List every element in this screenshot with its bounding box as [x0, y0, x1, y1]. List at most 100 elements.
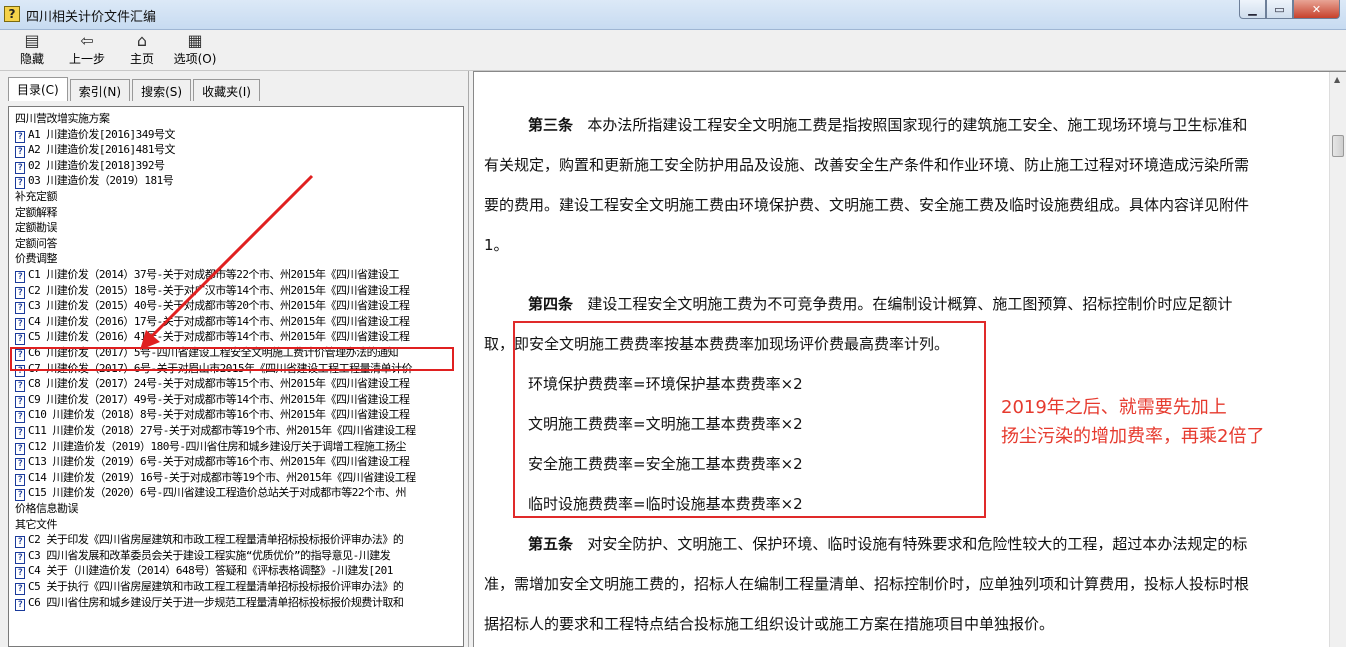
tree-item-label: C15 川建价发（2020）6号-四川省建设工程造价总站关于对成都市等22个市、…	[28, 486, 406, 500]
rates-highlight-box	[513, 321, 986, 518]
tree-item-label: C2 川建价发（2015）18号-关于对广汉市等14个市、州2015年《四川省建…	[28, 283, 410, 297]
tree-topic-item[interactable]: ? C5 川建价发（2016）41号-关于对成都市等14个市、州2015年《四川省…	[15, 329, 410, 346]
tree-item-label: C5 川建价发（2016）41号-关于对成都市等14个市、州2015年《四川省建…	[28, 330, 410, 344]
tree-item-label: A1 川建造价发[2016]349号文	[28, 127, 175, 141]
tree-item-label: 价格信息勘误	[15, 502, 79, 515]
annotation-line-1: 2019年之后、就需要先加上	[1001, 397, 1227, 418]
tree-topic-item[interactable]: ? C13 川建价发（2019）6号-关于对成都市等16个市、州2015年《四川省…	[15, 454, 410, 471]
help-topic-icon: ?	[15, 583, 25, 595]
article-5-text-1: 对安全防护、文明施工、保护环境、临时设施有特殊要求和危险性较大的工程，超过本办法…	[587, 535, 1248, 553]
article-3-title: 第三条	[528, 116, 574, 134]
tree-item-label: C14 川建价发（2019）16号-关于对成都市等19个市、州2015年《四川省…	[28, 470, 416, 484]
help-topic-icon: ?	[15, 146, 25, 159]
tree-item-label: 定额勘误	[15, 221, 58, 235]
tree-item-label: C3 川建价发（2015）40号-关于对成都市等20个市、州2015年《四川省建…	[28, 299, 410, 313]
tree-topic-item[interactable]: ? A2 川建造价发[2016]481号文	[15, 142, 175, 159]
tree-topic-item[interactable]: ? C3 四川省发展和改革委员会关于建设工程实施“优质优价”的指导意见-川建发	[15, 548, 391, 564]
scroll-up-icon[interactable]: ▲	[1334, 75, 1340, 84]
tab-favorites[interactable]: 收藏夹(I)	[193, 79, 260, 101]
maximize-button[interactable]: ▭	[1266, 0, 1293, 19]
tree-item-label: C6 四川省住房和城乡建设厅关于进一步规范工程量清单招标投标报价规费计取和	[28, 595, 404, 609]
tree-topic-item[interactable]: ? C4 川建价发（2016）17号-关于对成都市等14个市、州2015年《四川省…	[15, 314, 410, 330]
tree-topic-item[interactable]: ? C10 川建价发（2018）8号-关于对成都市等16个市、州2015年《四川省…	[15, 407, 410, 424]
scroll-thumb[interactable]	[1332, 135, 1344, 157]
tree-folder-item[interactable]: 价格信息勘误	[15, 501, 79, 516]
tree-topic-item[interactable]: ? C11 川建价发（2018）27号-关于对成都市等19个市、州2015年《四川…	[15, 423, 416, 439]
back-button[interactable]: ⇦ 上一步	[66, 32, 108, 67]
tree-item-label: C4 关于（川建造价发（2014）648号）答疑和《评标表格调整》-川建发[20…	[28, 564, 393, 578]
tab-contents[interactable]: 目录(C)	[8, 77, 68, 101]
help-topic-icon: ?	[15, 489, 25, 502]
contents-tree[interactable]: 四川营改增实施方案? A1 川建造价发[2016]349号文? A2 川建造价发[2…	[8, 106, 464, 647]
tree-folder-item[interactable]: 定额解释	[15, 205, 58, 220]
home-label: 主页	[129, 52, 154, 66]
tree-topic-item[interactable]: ? 02 川建造价发[2018]392号	[15, 158, 165, 174]
tree-folder-item[interactable]: 价费调整	[15, 251, 58, 266]
tree-item-label: C9 川建价发（2017）49号-关于对成都市等14个市、州2015年《四川省建…	[28, 392, 410, 406]
article-4-line-1: 第四条 建设工程安全文明施工费为不可竞争费用。在编制设计概算、施工图预算、招标控…	[528, 293, 1232, 314]
content-scrollbar[interactable]: ▲	[1329, 72, 1346, 647]
home-button[interactable]: ⌂ 主页	[127, 32, 157, 67]
tree-topic-item[interactable]: ? C15 川建价发（2020）6号-四川省建设工程造价总站关于对成都市等22个市…	[15, 485, 406, 502]
tree-folder-item[interactable]: 四川营改增实施方案	[15, 111, 110, 126]
title-bar: ? 四川相关计价文件汇编 ▁ ▭ ✕	[0, 0, 1346, 30]
tree-topic-item[interactable]: ? C5 关于执行《四川省房屋建筑和市政工程工程量清单招标投标报价评审办法》的	[15, 579, 404, 595]
help-topic-icon: ?	[15, 458, 25, 471]
home-icon: ⌂	[136, 31, 148, 50]
hide-label: 隐藏	[19, 52, 44, 66]
article-4-title: 第四条	[528, 295, 574, 313]
tab-search[interactable]: 搜索(S)	[132, 79, 192, 101]
help-topic-icon: ?	[15, 442, 25, 455]
help-topic-icon: ?	[15, 161, 25, 174]
tree-folder-item[interactable]: 其它文件	[15, 517, 58, 532]
tree-item-label: 定额解释	[15, 205, 58, 219]
help-topic-icon: ?	[15, 473, 25, 486]
article-5-line-2: 准，需增加安全文明施工费的，招标人在编制工程量清单、招标控制价时，应单独列项和计…	[484, 575, 1250, 593]
tree-topic-item[interactable]: ? C12 川建造价发（2019）180号-四川省住房和城乡建设厅关于调增工程施工…	[15, 439, 406, 455]
tree-topic-item[interactable]: ? C2 川建价发（2015）18号-关于对广汉市等14个市、州2015年《四川省…	[15, 283, 410, 299]
hide-pane-icon: ▤	[24, 31, 40, 50]
tree-topic-item[interactable]: ? C8 川建价发（2017）24号-关于对成都市等15个市、州2015年《四川省…	[15, 376, 410, 393]
tree-topic-item[interactable]: ? C2 关于印发《四川省房屋建筑和市政工程工程量清单招标投标报价评审办法》的	[15, 532, 404, 549]
window-controls: ▁ ▭ ✕	[1239, 0, 1340, 19]
help-topic-icon: ?	[15, 395, 25, 408]
tree-folder-item[interactable]: 定额勘误	[15, 220, 58, 235]
tree-topic-item[interactable]: ? C4 关于（川建造价发（2014）648号）答疑和《评标表格调整》-川建发[2…	[15, 563, 393, 580]
tree-folder-item[interactable]: 定额问答	[15, 236, 58, 251]
tree-topic-item[interactable]: ? A1 川建造价发[2016]349号文	[15, 127, 175, 143]
options-button[interactable]: ▦ 选项(O)	[172, 32, 218, 67]
tree-topic-item[interactable]: ? C6 四川省住房和城乡建设厅关于进一步规范工程量清单招标投标报价规费计取和	[15, 595, 404, 611]
tree-item-label: 02 川建造价发[2018]392号	[28, 158, 165, 172]
minimize-button[interactable]: ▁	[1239, 0, 1266, 19]
help-topic-icon: ?	[15, 317, 25, 330]
tree-item-label: C5 关于执行《四川省房屋建筑和市政工程工程量清单招标投标报价评审办法》的	[28, 580, 404, 593]
tree-folder-item[interactable]: 补充定额	[15, 189, 58, 204]
tree-topic-item[interactable]: ? C1 川建价发（2014）37号-关于对成都市等22个市、州2015年《四川省…	[15, 267, 399, 283]
content-pane[interactable]: 第三条 本办法所指建设工程安全文明施工费是指按照国家现行的建筑施工安全、施工现场…	[473, 71, 1346, 647]
close-button[interactable]: ✕	[1293, 0, 1340, 19]
tree-topic-item[interactable]: ? C9 川建价发（2017）49号-关于对成都市等14个市、州2015年《四川省…	[15, 392, 410, 408]
tree-topic-item[interactable]: ? C14 川建价发（2019）16号-关于对成都市等19个市、州2015年《四川…	[15, 470, 416, 486]
article-3-line-3: 要的费用。建设工程安全文明施工费由环境保护费、文明施工费、安全施工费及临时设施费…	[484, 196, 1250, 214]
tree-item-label: 其它文件	[15, 517, 58, 531]
article-4-text-1: 建设工程安全文明施工费为不可竞争费用。在编制设计概算、施工图预算、招标控制价时应…	[587, 295, 1233, 313]
tree-item-label: C12 川建造价发（2019）180号-四川省住房和城乡建设厅关于调增工程施工扬…	[28, 439, 406, 453]
hide-button[interactable]: ▤ 隐藏	[16, 32, 48, 67]
article-3-line-4: 1。	[484, 236, 509, 254]
tree-item-label: C8 川建价发（2017）24号-关于对成都市等15个市、州2015年《四川省建…	[28, 377, 410, 391]
tree-topic-item[interactable]: ? 03 川建造价发（2019）181号	[15, 173, 174, 190]
tree-item-label: A2 川建造价发[2016]481号文	[28, 143, 175, 157]
article-3-line-1: 第三条 本办法所指建设工程安全文明施工费是指按照国家现行的建筑施工安全、施工现场…	[528, 114, 1247, 135]
help-topic-icon: ?	[15, 271, 25, 283]
nav-tabs: 目录(C) 索引(N) 搜索(S) 收藏夹(I)	[8, 77, 262, 101]
back-arrow-icon: ⇦	[80, 31, 94, 50]
back-label: 上一步	[68, 52, 105, 66]
tree-topic-item[interactable]: ? C3 川建价发（2015）40号-关于对成都市等20个市、州2015年《四川省…	[15, 298, 410, 315]
article-3-text-1: 本办法所指建设工程安全文明施工费是指按照国家现行的建筑施工安全、施工现场环境与卫…	[587, 116, 1248, 134]
help-topic-icon: ?	[15, 598, 25, 611]
tree-item-label: 补充定额	[15, 190, 58, 203]
help-topic-icon: ?	[15, 536, 25, 549]
tree-item-label: C1 川建价发（2014）37号-关于对成都市等22个市、州2015年《四川省建…	[28, 268, 399, 281]
tree-item-label: 03 川建造价发（2019）181号	[28, 174, 174, 188]
tab-index[interactable]: 索引(N)	[69, 79, 131, 101]
